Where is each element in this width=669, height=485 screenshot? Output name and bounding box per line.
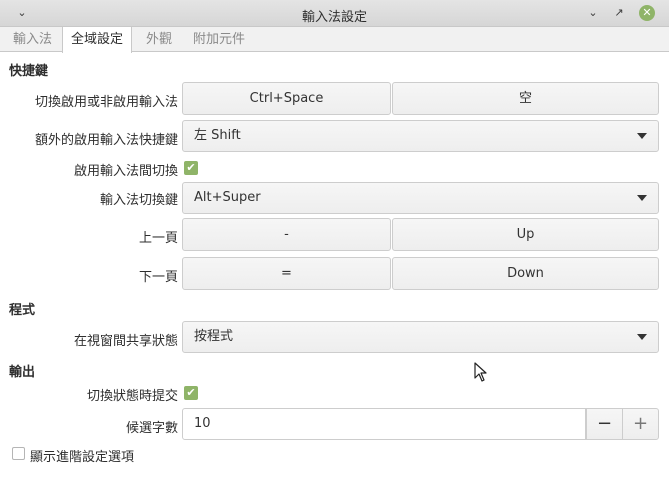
- window-title: 輸入法設定: [301, 10, 367, 25]
- prev-key1-button[interactable]: -: [182, 218, 391, 251]
- enable-switch-label: 啟用輸入法間切換: [73, 164, 178, 179]
- share-state-combo[interactable]: 按程式: [182, 321, 659, 353]
- prev-page-label: 上一頁: [138, 231, 178, 246]
- commit-checkbox[interactable]: ✔: [184, 386, 198, 400]
- toggle-im-label: 切換啟用或非啟用輸入法: [34, 95, 178, 110]
- candidates-input[interactable]: 10: [182, 408, 586, 440]
- extra-shortcut-combo[interactable]: 左 Shift: [182, 120, 659, 152]
- dropdown-arrow-icon: [637, 334, 647, 340]
- next-page-label: 下一頁: [138, 270, 178, 285]
- toggle-key1-button[interactable]: Ctrl+Space: [182, 82, 391, 115]
- advanced-checkbox[interactable]: [12, 447, 25, 460]
- candidates-label: 候選字數: [125, 421, 178, 436]
- tab-global-settings[interactable]: 全域設定: [62, 27, 133, 53]
- extra-shortcut-value: 左 Shift: [194, 128, 241, 143]
- tab-bar: 輸入法 全域設定 外觀 附加元件: [0, 27, 669, 53]
- mouse-pointer-icon: [474, 362, 487, 382]
- share-state-label: 在視窗間共享狀態: [73, 334, 178, 349]
- share-state-value: 按程式: [194, 329, 234, 344]
- tab-addons[interactable]: 附加元件: [185, 27, 253, 52]
- close-icon[interactable]: ✕: [639, 5, 655, 21]
- switch-key-combo[interactable]: Alt+Super: [182, 182, 659, 214]
- minimize-icon[interactable]: ⌄: [584, 4, 602, 22]
- commit-label: 切換狀態時提交: [86, 389, 178, 404]
- extra-shortcut-label: 額外的啟用輸入法快捷鍵: [34, 133, 178, 148]
- section-program: 程式: [9, 303, 36, 318]
- section-shortcuts: 快捷鍵: [9, 64, 49, 79]
- title-bar[interactable]: ⌄ 輸入法設定 ⌄ ↗ ✕: [0, 0, 669, 27]
- switch-key-value: Alt+Super: [194, 190, 261, 205]
- tab-appearance[interactable]: 外觀: [138, 27, 180, 52]
- next-key1-button[interactable]: =: [182, 257, 391, 290]
- tab-input-method[interactable]: 輸入法: [5, 27, 60, 52]
- switch-key-label: 輸入法切換鍵: [99, 193, 178, 208]
- prev-key2-button[interactable]: Up: [392, 218, 659, 251]
- maximize-icon[interactable]: ↗: [610, 4, 628, 22]
- increment-button[interactable]: +: [622, 408, 659, 440]
- next-key2-button[interactable]: Down: [392, 257, 659, 290]
- enable-switch-checkbox[interactable]: ✔: [184, 161, 198, 175]
- dropdown-arrow-icon: [637, 195, 647, 201]
- dropdown-arrow-icon: [637, 133, 647, 139]
- toggle-key2-button[interactable]: 空: [392, 82, 659, 115]
- advanced-label[interactable]: 顯示進階設定選項: [30, 446, 134, 465]
- section-output: 輸出: [9, 365, 36, 380]
- decrement-button[interactable]: −: [586, 408, 623, 440]
